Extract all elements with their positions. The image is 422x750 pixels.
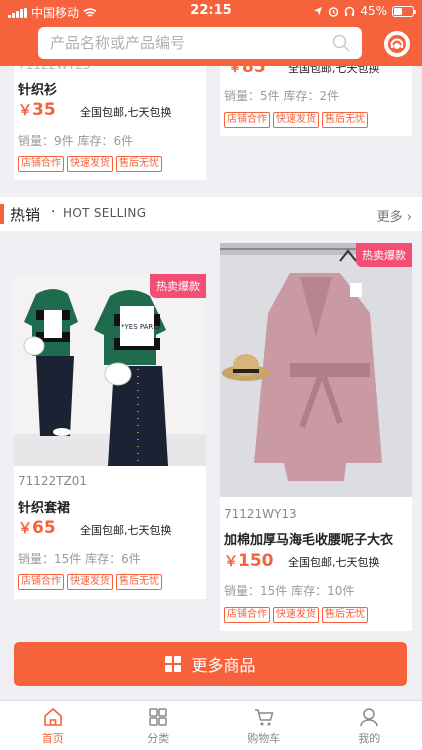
tag: 售后无忧 [116, 156, 162, 172]
hot-selling-header: 热销 · HOT SELLING 更多 › [0, 197, 422, 231]
chevron-right-icon: › [406, 210, 412, 225]
tag: 店铺合作 [18, 156, 64, 172]
product-price: ￥35 [18, 100, 56, 120]
section-title: 热销 [10, 206, 41, 224]
product-id: 71122WY25 [18, 66, 91, 72]
tab-label: 我的 [358, 732, 381, 745]
product-card[interactable]: ￥85 全国包邮,七天包换 销量：5件 库存：2件 店铺合作 快速发货 售后无忧 [220, 66, 412, 136]
alarm-icon [329, 6, 339, 17]
tab-label: 分类 [147, 732, 170, 745]
more-products-button[interactable]: 更多商品 [14, 642, 407, 686]
product-card[interactable]: 71122WY25 针织衫 ￥35 全国包邮,七天包换 销量：9件 库存：6件 … [14, 66, 206, 180]
headphone-icon [345, 6, 355, 16]
tag: 售后无忧 [322, 607, 368, 623]
shipping-note: 全国包邮,七天包换 [288, 556, 380, 569]
battery-icon [392, 5, 416, 17]
tag-list: 店铺合作 快速发货 售后无忧 [18, 574, 162, 590]
stock-info: 销量：9件 库存：6件 [18, 134, 134, 148]
price-value: 65 [32, 518, 56, 538]
product-name: 针织衫 [18, 83, 58, 98]
product-name: 加棉加厚马海毛收腰呢子大衣 [224, 533, 394, 548]
tab-bar: 首页 分类 购物车 我的 [0, 700, 422, 750]
tag: 店铺合作 [224, 112, 270, 128]
tab-label: 首页 [41, 732, 64, 745]
location-icon [314, 7, 323, 16]
more-products-label: 更多商品 [191, 656, 256, 675]
tab-home[interactable]: 首页 [0, 701, 106, 750]
more-label: 更多 [376, 210, 403, 225]
currency-symbol: ￥ [18, 103, 32, 119]
tag: 售后无忧 [322, 112, 368, 128]
tab-label: 购物车 [247, 732, 281, 745]
cart-icon [254, 709, 274, 726]
product-image: *YES PARIS [14, 274, 206, 466]
shipping-note: 全国包邮,七天包换 [288, 66, 380, 75]
tab-cart[interactable]: 购物车 [211, 701, 317, 750]
currency-symbol: ￥ [18, 521, 32, 537]
stock-info: 销量：5件 库存：2件 [224, 89, 340, 103]
product-price: ￥150 [224, 551, 274, 571]
section-subtitle: HOT SELLING [63, 206, 147, 220]
tag: 快速发货 [273, 112, 319, 128]
product-image [220, 243, 412, 497]
search-box[interactable] [38, 27, 362, 59]
product-name: 针织套裙 [18, 501, 71, 516]
customer-service-icon [388, 35, 406, 53]
battery-percent: 45% [360, 4, 387, 18]
product-price: ￥85 [228, 66, 266, 77]
user-icon [360, 708, 378, 727]
currency-symbol: ￥ [224, 554, 238, 570]
stock-info: 销量：15件 库存：6件 [18, 552, 141, 566]
tag: 快速发货 [67, 574, 113, 590]
stock-info: 销量：15件 库存：10件 [224, 584, 355, 598]
product-id: 71122TZ01 [18, 474, 87, 488]
price-value: 150 [238, 551, 274, 571]
tab-profile[interactable]: 我的 [317, 701, 422, 750]
more-link[interactable]: 更多 › [377, 206, 412, 225]
search-icon[interactable] [332, 34, 350, 52]
grid-icon [149, 708, 167, 726]
tag: 店铺合作 [18, 574, 64, 590]
tab-category[interactable]: 分类 [106, 701, 212, 750]
tag-list: 店铺合作 快速发货 售后无忧 [18, 156, 162, 172]
price-value: 35 [32, 100, 56, 120]
top-bar [0, 22, 422, 66]
product-card[interactable]: *YES PARIS 热卖爆款 71122TZ01 针织套裙 ￥65 全国包邮,… [14, 274, 206, 599]
product-id: 71121WY13 [224, 507, 297, 521]
tag-list: 店铺合作 快速发货 售后无忧 [224, 112, 368, 128]
shipping-note: 全国包邮,七天包换 [80, 524, 172, 537]
tag: 售后无忧 [116, 574, 162, 590]
status-bar: 中国移动 22:15 45% [0, 0, 422, 22]
shipping-note: 全国包邮,七天包换 [80, 106, 172, 119]
grid-icon [165, 656, 182, 672]
section-separator: · [51, 204, 56, 220]
hot-badge: 热卖爆款 [356, 243, 412, 267]
shirt-print-text: *YES PARIS [121, 323, 160, 331]
currency-symbol: ￥ [228, 66, 242, 76]
tag: 快速发货 [67, 156, 113, 172]
price-value: 85 [242, 66, 266, 77]
tag: 店铺合作 [224, 607, 270, 623]
tag: 快速发货 [273, 607, 319, 623]
search-input[interactable] [50, 34, 320, 52]
service-button[interactable] [384, 31, 410, 57]
hot-badge: 热卖爆款 [150, 274, 206, 298]
tag-list: 店铺合作 快速发货 售后无忧 [224, 607, 368, 623]
product-card[interactable]: 热卖爆款 71121WY13 加棉加厚马海毛收腰呢子大衣 ￥150 全国包邮,七… [220, 243, 412, 631]
section-accent [0, 204, 4, 224]
home-icon [43, 707, 62, 726]
product-price: ￥65 [18, 518, 56, 538]
